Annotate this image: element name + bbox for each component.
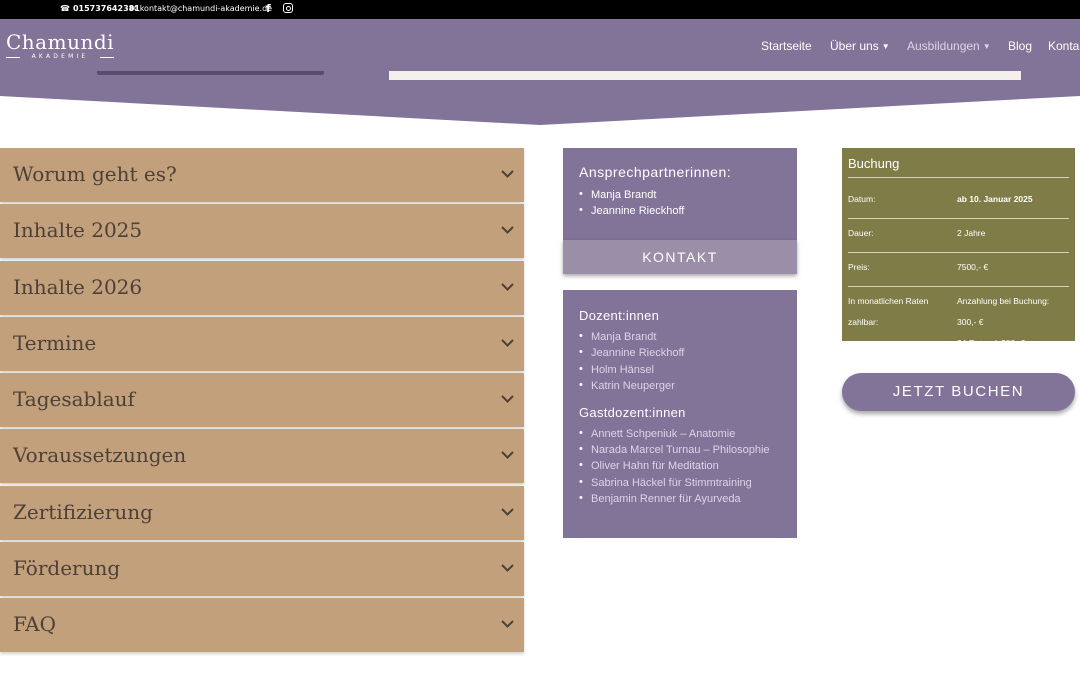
list-item: Sabrina Häckel für Stimmtraining <box>579 476 781 489</box>
booking-value-line: 300,- € <box>957 317 984 327</box>
jetzt-buchen-button[interactable]: JETZT BUCHEN <box>842 373 1075 411</box>
contact-list: Manja Brandt Jeannine Rieckhoff <box>579 188 781 217</box>
logo-subtitle: AKADEMIE <box>6 53 115 60</box>
booking-key: Datum: <box>848 194 876 204</box>
hero-image-edge <box>97 71 324 75</box>
nav-ueber-uns-label: Über uns <box>830 39 879 53</box>
booking-value-line: Anzahlung bei Buchung: <box>957 296 1050 306</box>
contact-heading: Ansprechpartnerinnen: <box>579 164 732 180</box>
accordion-item-foerderung[interactable]: Förderung <box>0 542 524 597</box>
instagram-icon[interactable] <box>283 3 293 13</box>
contact-persons-box: Ansprechpartnerinnen: Manja Brandt Jeann… <box>563 148 797 240</box>
chevron-down-icon <box>501 395 514 404</box>
accordion-title: Inhalte 2025 <box>13 218 143 243</box>
booking-row: Preis: 7500,- € <box>848 253 1069 287</box>
teachers-list: Manja Brandt Jeannine Rieckhoff Holm Hän… <box>579 330 781 392</box>
chevron-down-icon <box>501 226 514 235</box>
chevron-down-icon <box>501 282 514 291</box>
nav-ueber-uns[interactable]: Über uns ▼ <box>830 39 890 53</box>
booking-value-multiline: Anzahlung bei Buchung: 300,- € 24 Raten … <box>957 291 1069 354</box>
envelope-icon: ✉ <box>130 4 137 13</box>
accordion-item-inhalte-2026[interactable]: Inhalte 2026 <box>0 260 524 315</box>
booking-row: In monatlichen Raten zahlbar: Anzahlung … <box>848 287 1069 362</box>
email-address: kontakt@chamundi-akademie.de <box>139 4 273 13</box>
booking-key: Dauer: <box>848 228 874 238</box>
booking-box: Buchung Datum: ab 10. Januar 2025 Dauer:… <box>842 148 1075 348</box>
hero-content-edge <box>389 71 1021 80</box>
list-item: Benjamin Renner für Ayurveda <box>579 492 781 505</box>
accordion-item-zertifizierung[interactable]: Zertifizierung <box>0 485 524 540</box>
accordion-item-termine[interactable]: Termine <box>0 316 524 371</box>
chevron-down-icon <box>501 170 514 178</box>
email-contact[interactable]: ✉ kontakt@chamundi-akademie.de <box>130 4 272 13</box>
nav-kontakt[interactable]: Kontakt <box>1048 39 1080 53</box>
booking-row: Dauer: 2 Jahre <box>848 219 1069 253</box>
booking-value: 2 Jahre <box>957 228 986 238</box>
list-item: Narada Marcel Turnau – Philosophie <box>579 443 781 456</box>
list-item: Holm Hänsel <box>579 363 781 376</box>
accordion-title: Inhalte 2026 <box>13 274 143 299</box>
booking-value: 7500,- € <box>957 262 989 272</box>
kontakt-button[interactable]: KONTAKT <box>563 240 797 274</box>
phone-contact[interactable]: ☎ 015737642381 <box>60 4 140 13</box>
logo-name: Chamundi <box>6 30 115 54</box>
booking-value: ab 10. Januar 2025 <box>957 194 1033 204</box>
chevron-down-icon <box>501 451 514 460</box>
accordion-title: Zertifizierung <box>13 499 153 524</box>
accordion-title: Förderung <box>13 556 121 581</box>
guest-teachers-heading: Gastdozent:innen <box>579 404 686 420</box>
list-item: Manja Brandt <box>579 330 781 343</box>
accordion-item-faq[interactable]: FAQ <box>0 598 524 653</box>
teachers-heading: Dozent:innen <box>579 308 660 323</box>
top-bar: ☎ 015737642381 ✉ kontakt@chamundi-akadem… <box>0 0 1080 19</box>
chevron-down-icon: ▼ <box>881 42 890 51</box>
chevron-down-icon <box>501 508 514 516</box>
nav-ausbildungen[interactable]: Ausbildungen ▼ <box>907 39 991 53</box>
accordion-title: Tagesablauf <box>13 387 135 412</box>
booking-value-line: 24 Raten à 300,-€ <box>957 338 1026 348</box>
accordion-title: FAQ <box>13 612 56 637</box>
list-item: Annett Schpeniuk – Anatomie <box>579 427 781 440</box>
list-item: Manja Brandt <box>579 188 781 201</box>
nav-ausbildungen-label: Ausbildungen <box>907 39 980 53</box>
list-item: Jeannine Rieckhoff <box>579 204 781 217</box>
accordion-title: Termine <box>13 330 97 355</box>
guest-teachers-list: Annett Schpeniuk – Anatomie Narada Marce… <box>579 427 781 505</box>
accordion-item-tagesablauf[interactable]: Tagesablauf <box>0 373 524 428</box>
accordion-item-worum[interactable]: Worum geht es? <box>0 148 524 202</box>
chevron-down-icon <box>501 564 514 572</box>
booking-key: Preis: <box>848 262 870 272</box>
phone-icon: ☎ <box>60 4 70 13</box>
accordion-item-voraussetzungen[interactable]: Voraussetzungen <box>0 429 524 484</box>
site-logo[interactable]: Chamundi AKADEMIE <box>6 30 115 60</box>
main-header: Chamundi AKADEMIE Startseite Über uns ▼ A… <box>0 19 1080 71</box>
list-item: Oliver Hahn für Meditation <box>579 459 781 472</box>
accordion-title: Worum geht es? <box>13 162 177 186</box>
chevron-down-icon: ▼ <box>982 42 991 51</box>
nav-blog[interactable]: Blog <box>1008 39 1032 53</box>
accordion-item-inhalte-2025[interactable]: Inhalte 2025 <box>0 204 524 259</box>
booking-heading: Buchung <box>848 156 1069 178</box>
chevron-down-icon <box>501 620 514 629</box>
teachers-box: Dozent:innen Manja Brandt Jeannine Rieck… <box>563 290 797 538</box>
info-accordion: Worum geht es? Inhalte 2025 Inhalte 2026… <box>0 148 524 655</box>
booking-row: Datum: ab 10. Januar 2025 <box>848 185 1069 219</box>
list-item: Katrin Neuperger <box>579 379 781 392</box>
chevron-down-icon <box>501 339 514 347</box>
booking-key: In monatlichen Raten zahlbar: <box>848 296 929 327</box>
accordion-title: Voraussetzungen <box>13 443 187 468</box>
facebook-icon[interactable]: f <box>266 2 271 15</box>
list-item: Jeannine Rieckhoff <box>579 346 781 359</box>
nav-startseite[interactable]: Startseite <box>761 39 812 53</box>
